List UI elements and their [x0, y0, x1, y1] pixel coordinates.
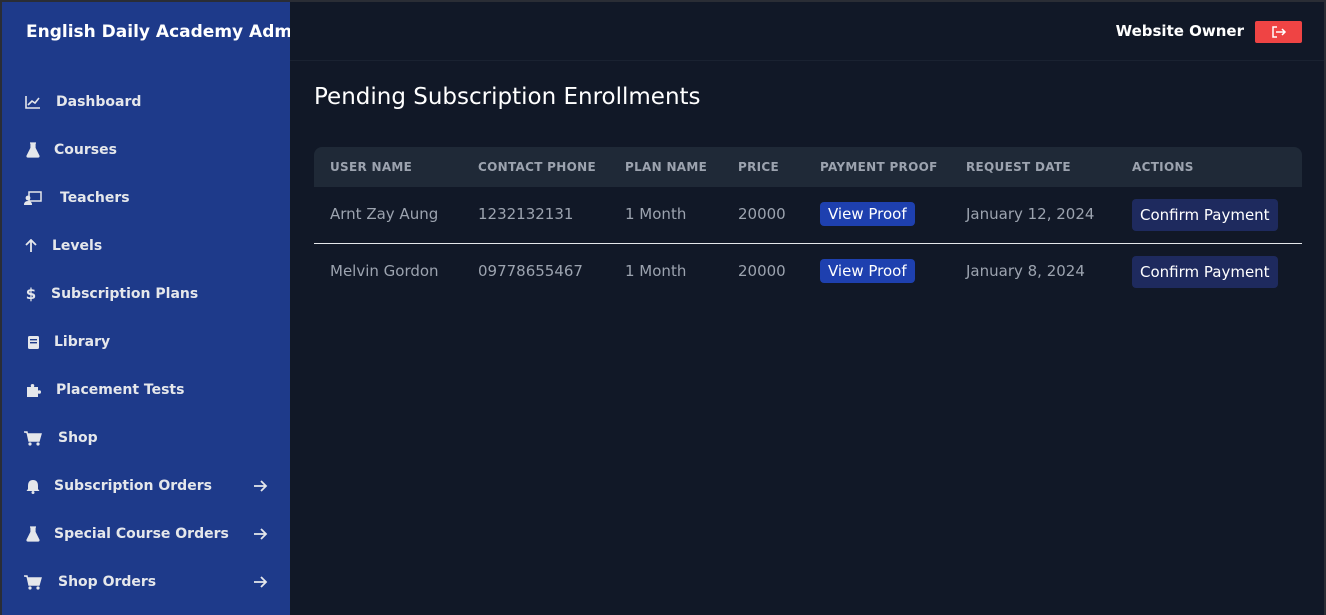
chalkboard-teacher-icon [24, 190, 42, 206]
view-proof-button[interactable]: View Proof [820, 259, 915, 283]
sidebar-item-teachers[interactable]: Teachers [2, 178, 290, 218]
sidebar-item-shop-orders[interactable]: Shop Orders [2, 562, 290, 602]
page-title: Pending Subscription Enrollments [314, 84, 701, 110]
sidebar-item-levels[interactable]: Levels [2, 226, 290, 266]
chart-line-icon [24, 94, 42, 110]
confirm-payment-button[interactable]: Confirm Payment [1132, 199, 1278, 231]
sidebar-item-dashboard[interactable]: Dashboard [2, 82, 290, 122]
arrow-right-icon [252, 526, 268, 542]
puzzle-icon [24, 382, 42, 398]
cart-icon [24, 574, 42, 590]
sidebar-item-special-course-orders[interactable]: Special Course Orders [2, 514, 290, 554]
column-header: CONTACT PHONE [478, 160, 596, 174]
price-cell: 20000 [738, 262, 786, 280]
view-proof-button[interactable]: View Proof [820, 202, 915, 226]
sidebar-item-label: Shop Orders [58, 574, 157, 590]
sidebar-item-shop[interactable]: Shop [2, 418, 290, 458]
arrow-right-icon [252, 574, 268, 590]
sidebar-item-label: Library [54, 334, 111, 350]
user-name-cell: Melvin Gordon [330, 262, 439, 280]
table-row: Melvin Gordon 09778655467 1 Month 20000 … [314, 244, 1302, 300]
sidebar-item-label: Teachers [60, 190, 130, 206]
enrollments-table: USER NAME CONTACT PHONE PLAN NAME PRICE … [314, 147, 1302, 300]
arrow-up-icon [22, 238, 40, 254]
sidebar-item-subscription-plans[interactable]: $ Subscription Plans [2, 274, 290, 314]
phone-cell: 1232132131 [478, 205, 574, 223]
dollar-icon: $ [25, 285, 37, 303]
cart-icon [24, 430, 42, 446]
book-icon [24, 334, 42, 350]
sidebar-item-label: Levels [52, 238, 103, 254]
date-cell: January 8, 2024 [966, 262, 1085, 280]
column-header: PAYMENT PROOF [820, 160, 938, 174]
date-cell: January 12, 2024 [966, 205, 1095, 223]
sidebar-item-label: Courses [54, 142, 117, 158]
user-name-cell: Arnt Zay Aung [330, 205, 439, 223]
confirm-payment-button[interactable]: Confirm Payment [1132, 256, 1278, 288]
plan-cell: 1 Month [625, 205, 687, 223]
sidebar-item-subscription-orders[interactable]: Subscription Orders [2, 466, 290, 506]
plan-cell: 1 Month [625, 262, 687, 280]
sidebar-item-label: Subscription Plans [51, 286, 199, 302]
sidebar-item-label: Subscription Orders [54, 478, 212, 494]
arrow-right-icon [252, 478, 268, 494]
sidebar-item-label: Placement Tests [56, 382, 185, 398]
sidebar-item-courses[interactable]: Courses [2, 130, 290, 170]
sidebar: English Daily Academy Admin Dashboard Co… [2, 2, 310, 615]
sidebar-item-library[interactable]: Library [2, 322, 290, 362]
column-header: USER NAME [330, 160, 413, 174]
sidebar-item-label: Dashboard [56, 94, 142, 110]
column-header: PLAN NAME [625, 160, 708, 174]
column-header: ACTIONS [1132, 160, 1194, 174]
owner-name: Website Owner [1115, 22, 1244, 40]
top-bar: Website Owner [290, 2, 1324, 61]
phone-cell: 09778655467 [478, 262, 583, 280]
sidebar-item-label: Special Course Orders [54, 526, 229, 542]
logout-button[interactable] [1255, 21, 1302, 43]
flask-icon [24, 526, 42, 542]
sidebar-item-label: Shop [58, 430, 98, 446]
price-cell: 20000 [738, 205, 786, 223]
column-header: REQUEST DATE [966, 160, 1071, 174]
table-header: USER NAME CONTACT PHONE PLAN NAME PRICE … [314, 147, 1302, 187]
logout-icon [1271, 23, 1287, 42]
brand-title: English Daily Academy Admin [26, 22, 311, 42]
table-row: Arnt Zay Aung 1232132131 1 Month 20000 V… [314, 187, 1302, 244]
column-header: PRICE [738, 160, 780, 174]
app-frame: English Daily Academy Admin Dashboard Co… [2, 2, 1324, 615]
sidebar-item-placement-tests[interactable]: Placement Tests [2, 370, 290, 410]
flask-icon [24, 142, 42, 158]
bell-icon [24, 478, 42, 494]
